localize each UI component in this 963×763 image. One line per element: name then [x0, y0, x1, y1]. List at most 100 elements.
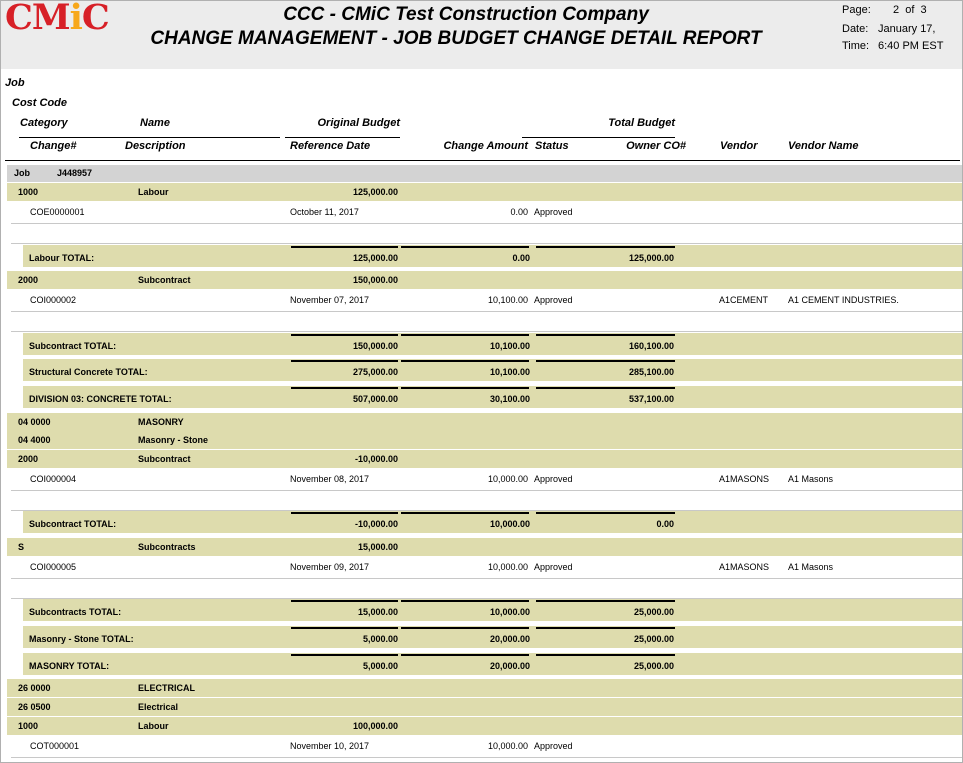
cost-code-row: 04 0000 MASONRY [7, 413, 962, 431]
time-label: Time: [842, 40, 870, 52]
job-row-label: Job [14, 168, 31, 178]
total-underline [291, 387, 398, 389]
col-category: Category [20, 117, 68, 129]
status-value: Approved [534, 474, 573, 484]
total-underline [536, 246, 675, 248]
total-underline [536, 387, 675, 389]
total-underline [291, 334, 398, 336]
total-underline [401, 627, 529, 629]
cost-code-row: 26 0500 Electrical [7, 698, 962, 716]
col-reference-date: Reference Date [290, 140, 371, 152]
total-budget-value: 285,100.00 [628, 367, 674, 377]
status-value: Approved [534, 562, 573, 572]
cost-code-row: 2000 Subcontract 150,000.00 [7, 271, 962, 289]
report-title: CHANGE MANAGEMENT - JOB BUDGET CHANGE DE… [150, 28, 762, 49]
total-original-budget: -10,000.00 [354, 519, 398, 529]
cost-code: 2000 [18, 275, 39, 285]
rule-original-budget [285, 137, 400, 138]
change-number: COT000001 [30, 741, 80, 751]
total-budget-value: 125,000.00 [628, 253, 674, 263]
total-row: Subcontract TOTAL: 150,000.00 10,100.00 160… [23, 333, 962, 355]
cost-code-name: MASONRY [138, 417, 184, 427]
time-value: 6:40 PM EST [878, 40, 944, 52]
total-underline [291, 246, 398, 248]
total-original-budget: 15,000.00 [357, 607, 398, 617]
page-label: Page: [842, 4, 871, 16]
change-amount: 10,100.00 [487, 295, 528, 305]
col-description: Description [125, 140, 186, 152]
change-number: COE0000001 [30, 207, 85, 217]
total-change-amount: 20,000.00 [489, 661, 530, 671]
cost-code: 1000 [18, 187, 39, 197]
cost-code-row: 26 0000 ELECTRICAL [7, 679, 962, 697]
cost-code: 1000 [18, 721, 39, 731]
col-vendor-name: Vendor Name [788, 140, 859, 152]
total-row: DIVISION 03: CONCRETE TOTAL: 507,000.00 30… [23, 386, 962, 408]
row-separator [11, 757, 962, 758]
total-underline [536, 360, 675, 362]
col-job: Job [5, 77, 25, 89]
cost-code: 26 0000 [18, 683, 51, 693]
status-value: Approved [534, 207, 573, 217]
reference-date: October 11, 2017 [290, 207, 359, 217]
row-separator [11, 578, 962, 579]
total-budget-value: 160,100.00 [628, 341, 674, 351]
total-underline [401, 600, 529, 602]
change-amount: 10,000.00 [487, 562, 528, 572]
change-number: COI000002 [30, 295, 77, 305]
total-label: MASONRY TOTAL: [29, 661, 110, 671]
total-change-amount: 20,000.00 [489, 634, 530, 644]
total-budget-value: 25,000.00 [633, 607, 674, 617]
total-row: Labour TOTAL: 125,000.00 0.00 125,000.00 [23, 245, 962, 267]
vendor-name: A1 Masons [788, 474, 834, 484]
status-value: Approved [534, 741, 573, 751]
date-value: January 17, [878, 23, 936, 35]
page-value: 2 of 3 [893, 4, 927, 16]
total-change-amount: 10,100.00 [489, 341, 530, 351]
cost-code: 26 0500 [18, 702, 51, 712]
total-underline [401, 512, 529, 514]
total-budget-value: 0.00 [656, 519, 674, 529]
cost-code: 2000 [18, 454, 39, 464]
date-label: Date: [842, 23, 869, 35]
total-underline [401, 360, 529, 362]
cost-code-name: Electrical [138, 702, 179, 712]
cost-code-name: ELECTRICAL [138, 683, 195, 693]
total-underline [401, 387, 529, 389]
total-underline [401, 246, 529, 248]
reference-date: November 09, 2017 [290, 562, 370, 572]
cost-code-name: Labour [138, 721, 169, 731]
col-original-budget: Original Budget [317, 117, 401, 129]
total-change-amount: 0.00 [512, 253, 530, 263]
original-budget-value: 100,000.00 [352, 721, 398, 731]
original-budget-value: 150,000.00 [352, 275, 398, 285]
change-amount: 10,000.00 [487, 741, 528, 751]
total-label: DIVISION 03: CONCRETE TOTAL: [29, 394, 172, 404]
original-budget-value: 125,000.00 [352, 187, 398, 197]
total-underline [536, 512, 675, 514]
total-underline [401, 334, 529, 336]
total-original-budget: 125,000.00 [352, 253, 398, 263]
cost-code: 04 0000 [18, 417, 51, 427]
original-budget-value: -10,000.00 [354, 454, 398, 464]
cost-code-name: Subcontracts [138, 542, 196, 552]
cost-code-row: 1000 Labour 125,000.00 [7, 183, 962, 201]
vendor-code: A1CEMENT [719, 295, 769, 305]
vendor-code: A1MASONS [719, 474, 770, 484]
row-separator [11, 331, 962, 332]
total-row: Masonry - Stone TOTAL: 5,000.00 20,000.00 2… [23, 626, 962, 648]
cost-code-name: Labour [138, 187, 169, 197]
total-label: Labour TOTAL: [29, 253, 95, 263]
job-row: Job J448957 [7, 165, 962, 182]
total-underline [291, 654, 398, 656]
job-row-value: J448957 [57, 168, 93, 178]
total-change-amount: 10,000.00 [489, 607, 530, 617]
total-budget-value: 537,100.00 [628, 394, 674, 404]
col-change-amount: Change Amount [443, 140, 528, 152]
vendor-name: A1 CEMENT INDUSTRIES. [788, 295, 899, 305]
total-row: MASONRY TOTAL: 5,000.00 20,000.00 25,000.00 [23, 653, 962, 675]
total-underline [291, 627, 398, 629]
total-underline [536, 334, 675, 336]
total-change-amount: 10,000.00 [489, 519, 530, 529]
rule-total-budget [522, 137, 675, 138]
